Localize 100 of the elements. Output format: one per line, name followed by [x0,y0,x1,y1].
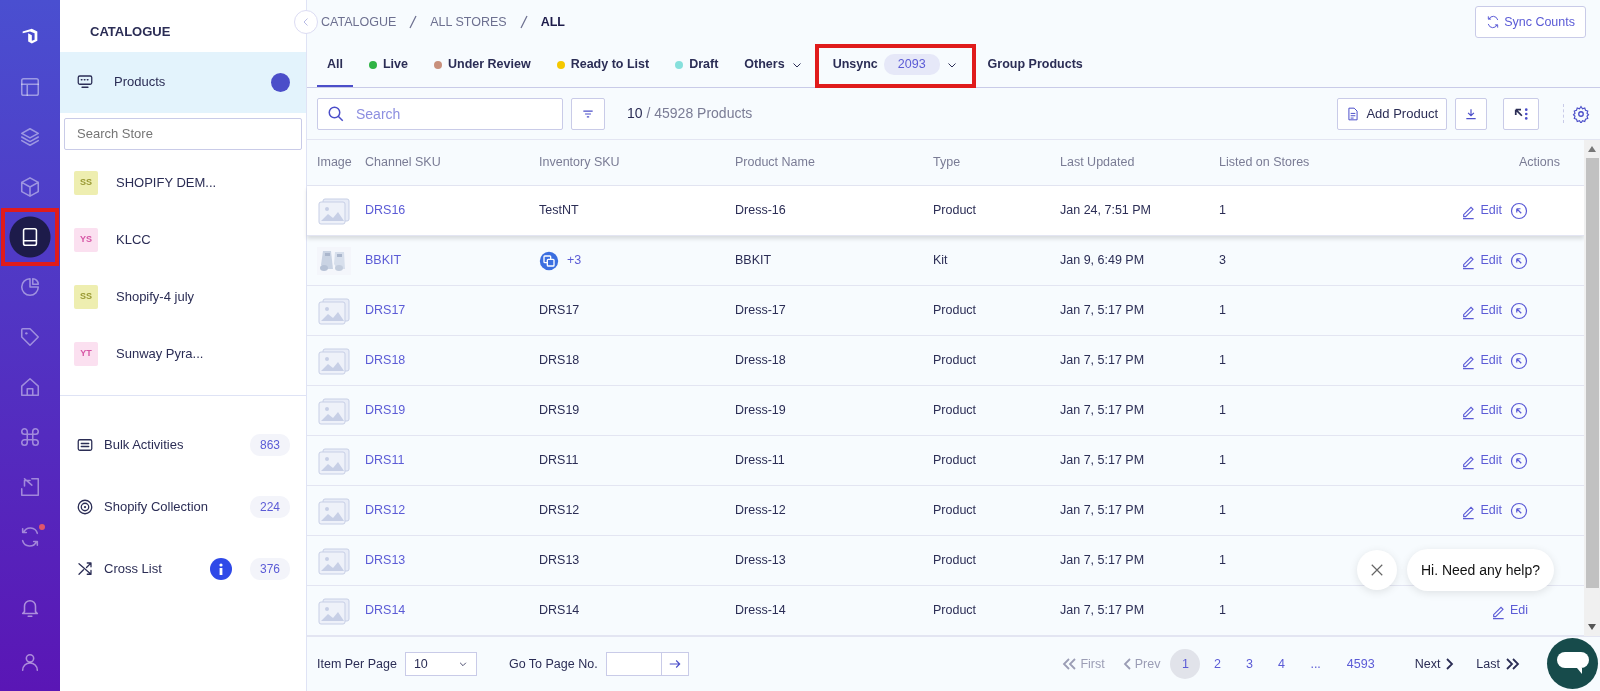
table-row[interactable]: DRS19 DRS19 Dress-19 Product Jan 7, 5:17 PM 1 Edit [307,386,1584,436]
arrow-circle-icon[interactable] [1510,301,1528,320]
table-cell-text: BBKIT [735,252,773,270]
edit-link[interactable]: Edit [1461,251,1502,270]
sku-link[interactable]: DRS16 [365,201,539,220]
arrow-circle-icon[interactable] [1510,501,1528,520]
page-button[interactable]: 4 [1266,649,1297,679]
kit-count: +3 [567,252,582,270]
table-cell-text: 1 [1219,402,1227,420]
store-item[interactable]: SS SHOPIFY DEM... [60,154,306,212]
tab[interactable]: Live [359,44,418,87]
page-button[interactable]: 1 [1170,649,1201,679]
page-button[interactable]: 3 [1234,649,1265,679]
count-badge: 376 [249,557,290,580]
edit-link[interactable]: Edit [1461,401,1502,420]
settings-icon[interactable] [1572,105,1590,124]
arrow-circle-icon[interactable] [1510,401,1528,420]
sidebar-item[interactable]: Bulk Activities 863 [60,413,306,476]
table-row[interactable]: BBKIT +3 BBKIT Kit Jan 9, 6:49 PM 3 Edit [307,236,1584,286]
table-cell-text: Jan 7, 5:17 PM [1060,302,1146,320]
store-avatar: SS [74,285,98,309]
arrow-circle-icon[interactable] [1510,201,1528,220]
image-placeholder-icon [317,496,351,525]
export-button[interactable] [1503,97,1539,130]
tab[interactable]: Ready to List [546,44,660,87]
column-header: Actions [1518,154,1561,172]
last-page-button[interactable]: Last [1466,654,1530,674]
sku-link[interactable]: DRS12 [365,501,539,520]
breadcrumb-item[interactable]: ALL STORES [430,12,507,32]
chevron-right-icon [1446,658,1455,670]
slash-icon [408,15,419,30]
sku-link[interactable]: DRS18 [365,351,539,370]
arrow-circle-icon[interactable] [1510,351,1528,370]
table-cell-text: Product [933,302,978,320]
per-page-select[interactable]: 10 [404,652,477,676]
sync-counts-button[interactable]: Sync Counts [1475,5,1586,39]
table-cell-text: Product [933,502,978,520]
table-row[interactable]: DRS18 DRS18 Dress-18 Product Jan 7, 5:17 PM 1 Edit [307,336,1584,386]
tab[interactable]: Draft [665,44,729,87]
page-button[interactable]: 4593 [1334,649,1387,679]
sku-link[interactable]: BBKIT [365,251,539,270]
store-avatar: YT [74,342,98,366]
table-row[interactable]: DRS12 DRS12 Dress-12 Product Jan 7, 5:17 PM 1 Edit [307,486,1584,536]
image-placeholder-icon [317,546,351,575]
arrow-dots-icon [1512,106,1530,121]
add-product-button[interactable]: Add Product [1337,97,1447,130]
arrow-circle-icon[interactable] [1510,451,1528,470]
store-item[interactable]: SS Shopify-4 july [60,268,306,326]
search-field[interactable]: Search [317,97,563,130]
tab[interactable]: Group Products [977,44,1093,87]
sku-link[interactable]: DRS13 [365,551,539,570]
sidebar-item[interactable]: Products [60,51,306,113]
tab[interactable]: Unsync 2093 [818,47,972,84]
store-item[interactable]: YT Sunway Pyra... [60,325,306,383]
edit-link[interactable]: Edi [1490,601,1528,620]
page-input[interactable] [605,652,662,676]
table-row[interactable]: DRS11 DRS11 Dress-11 Product Jan 7, 5:17 PM 1 Edit [307,436,1584,486]
user-icon[interactable] [19,651,41,673]
next-page-button[interactable]: Next [1404,654,1465,674]
table-cell-text: Dress-11 [735,452,786,470]
chat-button[interactable] [1547,638,1598,689]
tab[interactable]: Others [734,44,813,87]
sku-link[interactable]: DRS14 [365,601,539,620]
breadcrumb-item: ALL [540,13,565,31]
close-button[interactable] [1356,550,1397,590]
tab[interactable]: All [317,44,353,87]
arrow-right-icon [667,657,682,671]
table-row[interactable]: DRS17 DRS17 Dress-17 Product Jan 7, 5:17 PM 1 Edit [307,286,1584,336]
download-button[interactable] [1455,97,1487,130]
chat-message: Hi. Need any help? [1406,549,1554,591]
page-button[interactable]: 2 [1202,649,1233,679]
sku-link[interactable]: DRS11 [365,451,539,470]
filter-button[interactable] [571,97,605,130]
tag-icon [19,326,41,348]
breadcrumb-item[interactable]: CATALOGUE [321,12,397,32]
edit-link[interactable]: Edit [1461,451,1502,470]
table-cell-text: 1 [1219,202,1227,220]
sku-link[interactable]: DRS17 [365,301,539,320]
scrollbar[interactable] [1584,140,1600,636]
sidebar-item[interactable]: Cross List 376 [60,537,306,600]
column-header: Type [933,154,962,172]
edit-link[interactable]: Edit [1461,301,1502,320]
table-cell-text: 1 [1219,302,1227,320]
edit-link[interactable]: Edit [1461,501,1502,520]
arrow-circle-icon[interactable] [1510,251,1528,270]
table-row[interactable]: DRS16 TestNT Dress-16 Product Jan 24, 7:51 PM 1 Edit [307,186,1584,236]
download-icon [1464,106,1478,121]
edit-link[interactable]: Edit [1461,351,1502,370]
sidebar-item[interactable]: Shopify Collection 224 [60,475,306,538]
sku-link[interactable]: DRS19 [365,401,539,420]
arrow-down-icon [1588,624,1596,630]
nav-item[interactable] [9,216,51,258]
tab[interactable]: Under Review [424,44,541,87]
page-button[interactable]: ... [1298,649,1333,679]
edit-link[interactable]: Edit [1461,201,1502,220]
search-field[interactable]: Search Store [64,117,302,150]
store-item[interactable]: YS KLCC [60,211,306,269]
bell-icon[interactable] [19,597,41,619]
go-button[interactable] [660,652,689,676]
double-chevron-right-icon [1506,658,1520,670]
